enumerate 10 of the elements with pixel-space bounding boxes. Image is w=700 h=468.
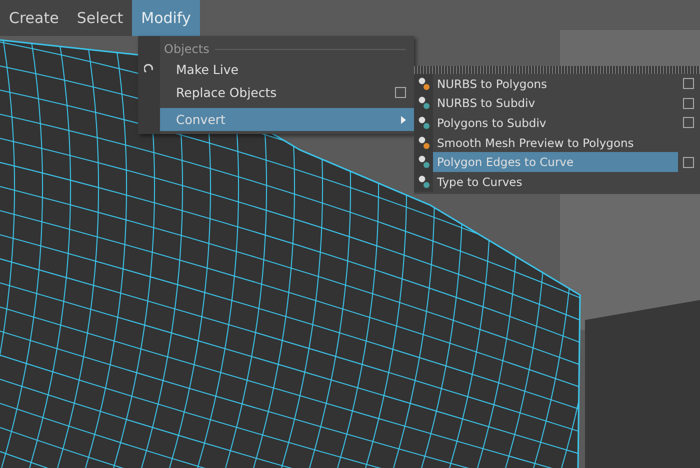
- menu-bar-item[interactable]: Select: [68, 0, 132, 36]
- menu-bar-item[interactable]: Create: [0, 0, 68, 36]
- menu-item[interactable]: Polygons to Subdiv: [414, 113, 700, 133]
- menu-item[interactable]: Type to Curves: [414, 172, 700, 192]
- menu-item[interactable]: NURBS to Polygons: [414, 74, 700, 94]
- section-heading: Objects: [164, 42, 210, 56]
- menu-item[interactable]: NURBS to Subdiv: [414, 94, 700, 114]
- menu-item[interactable]: Smooth Mesh Preview to Polygons: [414, 132, 700, 152]
- menu-item[interactable]: Make Live: [160, 58, 414, 81]
- menu-item[interactable]: Replace Objects: [160, 81, 414, 104]
